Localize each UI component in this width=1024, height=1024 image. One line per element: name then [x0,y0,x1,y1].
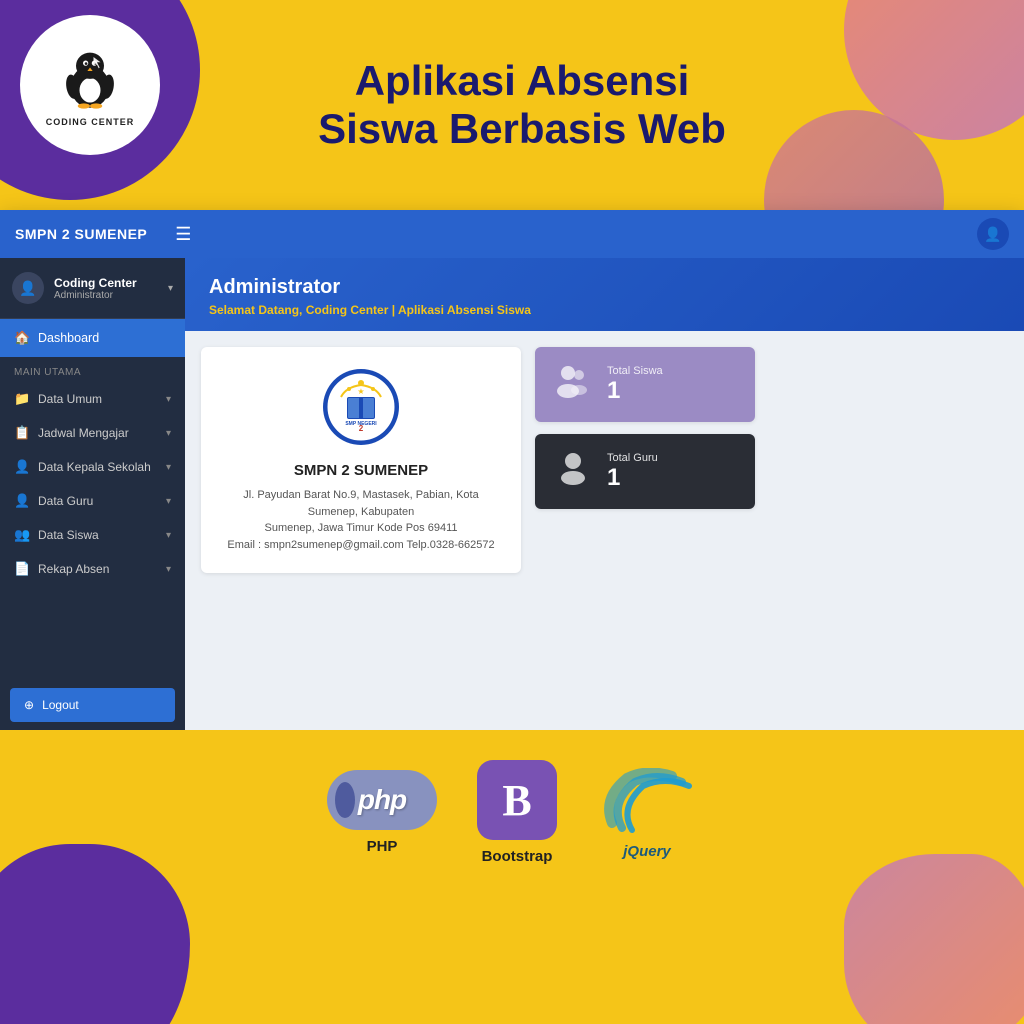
guru-stat-label: Total Guru [607,452,658,464]
teacher-icon: 👤 [14,493,30,509]
stat-card-siswa: Total Siswa 1 [535,347,755,422]
bottom-blob-right [844,854,1024,1024]
principal-icon: 👤 [14,459,30,475]
siswa-stat-label: Total Siswa [607,365,663,377]
sidebar: 👤 Coding Center Administrator ▾ 🏠 Dashbo… [0,258,185,730]
logout-icon: ⊕ [24,698,34,712]
data-umum-label: Data Umum [38,392,102,406]
siswa-label: Data Siswa [38,528,99,542]
navbar-toggle-button[interactable]: ☰ [167,224,199,245]
sidebar-user-section: 👤 Coding Center Administrator ▾ [0,258,185,319]
sidebar-user-avatar: 👤 [12,272,44,304]
php-label: PHP [367,838,398,855]
school-logo-icon: ★ SMP NEGERI 2 [321,367,401,447]
svg-text:2: 2 [359,424,364,433]
top-banner: CODING CENTER Aplikasi Absensi Siswa Ber… [0,0,1024,210]
main-layout: 👤 Coding Center Administrator ▾ 🏠 Dashbo… [0,258,1024,730]
sidebar-user-name: Coding Center [54,276,158,290]
sidebar-dashboard-label: Dashboard [38,331,99,345]
bottom-section: php PHP B Bootstrap jQuery [0,730,1024,1024]
guru-label: Data Guru [38,494,93,508]
chevron-right-icon-4: ▾ [166,496,171,507]
tech-item-bootstrap: B Bootstrap [477,760,557,865]
navbar-brand: SMPN 2 SUMENEP [15,226,147,242]
bootstrap-label: Bootstrap [482,848,553,865]
sidebar-user-info: Coding Center Administrator [54,276,158,301]
stat-info-siswa: Total Siswa 1 [607,365,663,405]
chevron-right-icon-6: ▾ [166,564,171,575]
kepala-sekolah-label: Data Kepala Sekolah [38,460,151,474]
penguin-logo-icon [55,43,125,113]
welcome-text: Selamat Datang, Coding Center | Aplikasi… [209,303,1000,317]
rekap-label: Rekap Absen [38,562,109,576]
bootstrap-logo-icon: B [477,760,557,840]
welcome-brand: Coding Center [306,303,389,317]
logo-container: CODING CENTER [20,15,160,155]
chevron-right-icon-5: ▾ [166,530,171,541]
guru-stat-icon [555,450,591,493]
sidebar-item-siswa[interactable]: 👥 Data Siswa ▾ [0,518,185,552]
schedule-icon: 📋 [14,425,30,441]
sidebar-item-kepala-sekolah[interactable]: 👤 Data Kepala Sekolah ▾ [0,450,185,484]
stats-column: Total Siswa 1 Total Guru [535,347,755,573]
siswa-stat-value: 1 [607,377,663,405]
chevron-right-icon-2: ▾ [166,428,171,439]
svg-text:★: ★ [357,387,364,396]
sidebar-user-role: Administrator [54,290,158,301]
chevron-right-icon-3: ▾ [166,462,171,473]
school-address: Jl. Payudan Barat No.9, Mastasek, Pabian… [221,487,501,553]
jquery-logo-icon [597,765,697,835]
sidebar-item-jadwal[interactable]: 📋 Jadwal Mengajar ▾ [0,416,185,450]
navbar-avatar[interactable]: 👤 [977,218,1009,250]
tech-icons-row: php PHP B Bootstrap jQuery [0,730,1024,875]
banner-heading: Aplikasi Absensi Siswa Berbasis Web [318,57,726,154]
guru-stat-value: 1 [607,464,658,492]
content-header: Administrator Selamat Datang, Coding Cen… [185,258,1024,331]
logout-button[interactable]: ⊕ Logout [10,688,175,722]
banner-title: Aplikasi Absensi Siswa Berbasis Web [200,0,844,210]
report-icon: 📄 [14,561,30,577]
jquery-label: jQuery [623,843,671,860]
stat-info-guru: Total Guru 1 [607,452,658,492]
jadwal-label: Jadwal Mengajar [38,426,129,440]
sidebar-item-rekap[interactable]: 📄 Rekap Absen ▾ [0,552,185,586]
content-area: Administrator Selamat Datang, Coding Cen… [185,258,1024,730]
logout-label: Logout [42,698,79,712]
students-icon: 👥 [14,527,30,543]
siswa-stat-icon [555,363,591,406]
content-body: ★ SMP NEGERI 2 SMPN 2 SUMENEP Jl. Payuda… [185,331,1024,589]
php-logo-icon: php [327,770,437,830]
school-info-card: ★ SMP NEGERI 2 SMPN 2 SUMENEP Jl. Payuda… [201,347,521,573]
app-window: SMPN 2 SUMENEP ☰ 👤 👤 Coding Center Admin… [0,210,1024,730]
stat-card-guru: Total Guru 1 [535,434,755,509]
chevron-right-icon: ▾ [166,394,171,405]
sidebar-item-guru[interactable]: 👤 Data Guru ▾ [0,484,185,518]
tech-item-php: php PHP [327,770,437,855]
dashboard-icon: 🏠 [14,330,30,346]
sidebar-section-label: MAIN UTAMA [0,357,185,382]
tech-item-jquery: jQuery [597,765,697,860]
navbar: SMPN 2 SUMENEP ☰ 👤 [0,210,1024,258]
folder-icon: 📁 [14,391,30,407]
content-title: Administrator [209,276,1000,299]
logo-text: CODING CENTER [46,117,135,127]
sidebar-user-expand-icon[interactable]: ▾ [168,283,173,294]
sidebar-item-dashboard[interactable]: 🏠 Dashboard [0,319,185,357]
school-name: SMPN 2 SUMENEP [221,462,501,479]
sidebar-item-data-umum[interactable]: 📁 Data Umum ▾ [0,382,185,416]
